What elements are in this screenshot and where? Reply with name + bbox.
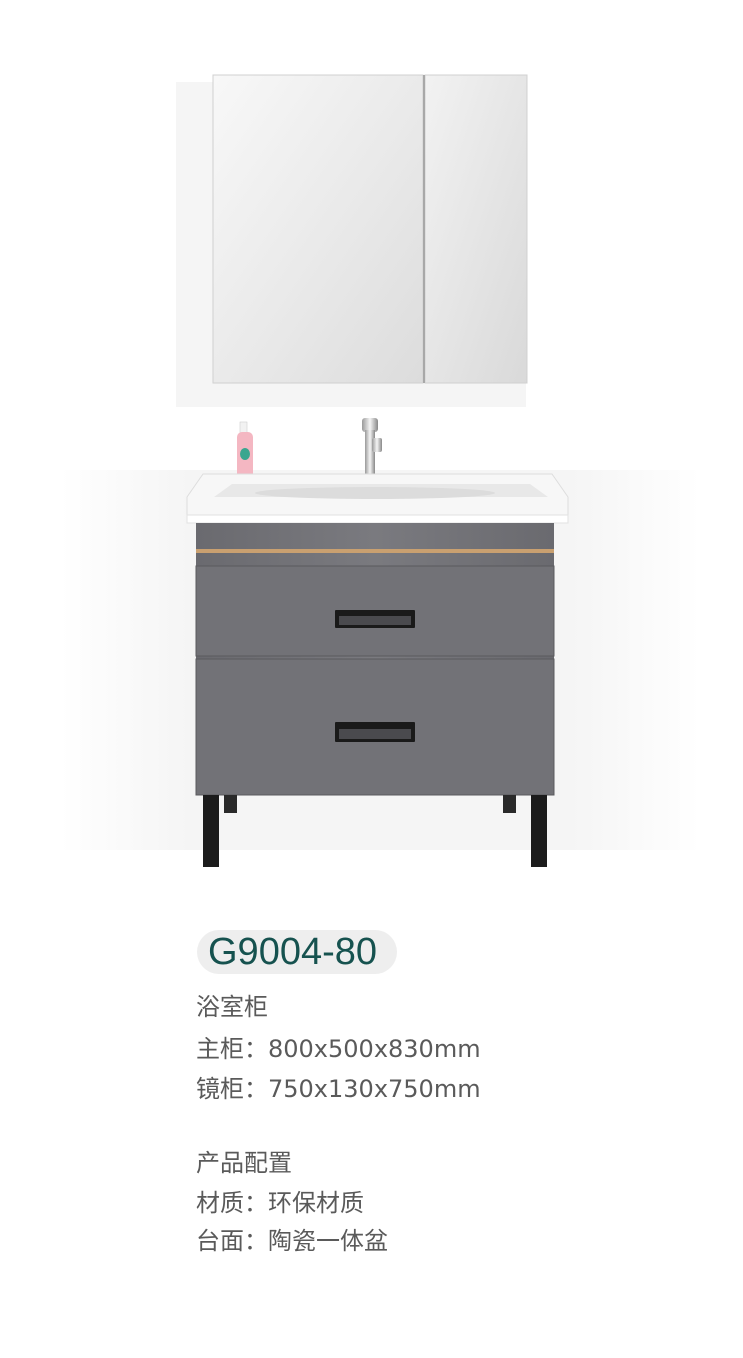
ceramic-basin: [186, 473, 569, 524]
main-cabinet-size: 主柜：800x500x830mm: [196, 1035, 481, 1063]
countertop-spec: 台面：陶瓷一体盆: [196, 1227, 388, 1255]
model-code: G9004-80: [208, 931, 378, 973]
product-photo: [60, 74, 700, 867]
config-heading: 产品配置: [196, 1149, 292, 1177]
material-spec: 材质：环保材质: [196, 1189, 364, 1217]
product-category: 浴室柜: [196, 993, 268, 1021]
drawer-handle-bottom: [335, 722, 415, 742]
mirror-cabinet-size: 镜柜：750x130x750mm: [196, 1075, 481, 1103]
drawer-handle-top: [335, 610, 415, 628]
gold-trim: [196, 549, 554, 553]
mirror-cabinet: [176, 74, 528, 407]
vanity-cabinet: [195, 523, 555, 796]
